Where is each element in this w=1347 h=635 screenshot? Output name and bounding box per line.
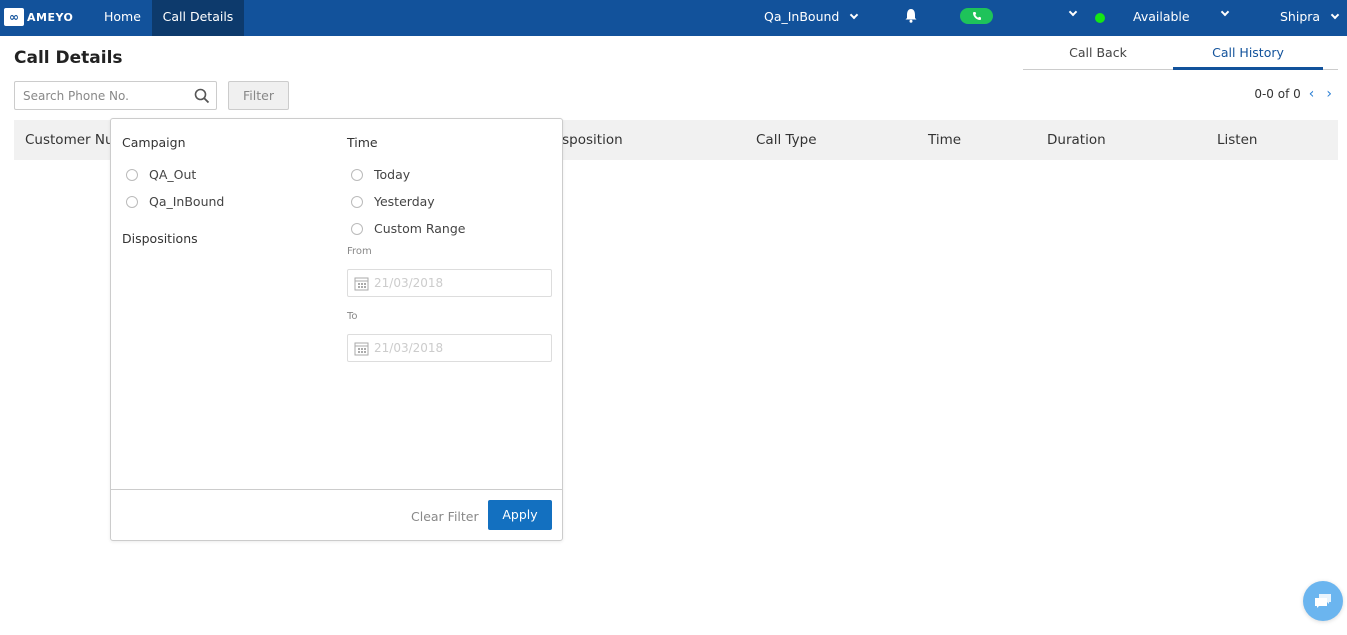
time-section-title: Time	[347, 135, 378, 150]
pagination-text: 0-0 of 0	[1254, 87, 1301, 101]
filter-button[interactable]: Filter	[228, 81, 289, 110]
apply-button[interactable]: Apply	[488, 500, 552, 530]
column-duration: Duration	[1047, 132, 1106, 148]
from-date-value: 21/03/2018	[374, 276, 444, 290]
to-label: To	[347, 311, 358, 322]
time-option-label: Yesterday	[374, 194, 435, 209]
to-date-value: 21/03/2018	[374, 341, 444, 355]
chevron-down-icon	[850, 10, 859, 20]
tab-call-history[interactable]: Call History	[1173, 38, 1323, 70]
clear-filter-button[interactable]: Clear Filter	[411, 509, 479, 524]
filter-panel: Campaign QA_Out Qa_InBound Dispositions …	[110, 118, 563, 541]
user-chevron-down-icon	[1330, 10, 1340, 20]
phone-icon	[972, 12, 981, 20]
campaign-option-label: QA_Out	[149, 167, 197, 182]
call-tabs: Call Back Call History	[1023, 38, 1338, 70]
page-title: Call Details	[14, 48, 123, 68]
radio-button[interactable]	[126, 195, 138, 208]
time-option-label: Today	[374, 167, 411, 182]
ameyo-logo[interactable]: ∞ AMEYO	[4, 8, 73, 26]
time-option-custom-range[interactable]: Custom Range	[351, 221, 465, 236]
infinity-logo-icon: ∞	[4, 8, 24, 26]
campaign-option-qa-out[interactable]: QA_Out	[126, 167, 196, 182]
call-button[interactable]	[960, 8, 993, 24]
radio-button[interactable]	[351, 195, 363, 208]
calendar-icon	[354, 277, 369, 290]
time-option-today[interactable]: Today	[351, 167, 410, 182]
search-phone-input[interactable]	[15, 82, 185, 109]
from-date-input[interactable]: 21/03/2018	[347, 269, 552, 297]
top-navigation-bar: ∞ AMEYO Home Call Details Qa_InBound Ava…	[0, 0, 1347, 36]
pagination: 0-0 of 0 ‹ ›	[1254, 86, 1332, 102]
campaign-option-qa-inbound[interactable]: Qa_InBound	[126, 194, 224, 209]
from-label: From	[347, 246, 372, 257]
radio-button[interactable]	[126, 168, 138, 181]
campaign-section-title: Campaign	[122, 135, 186, 150]
radio-button[interactable]	[351, 168, 363, 181]
chat-bubbles-icon	[1315, 594, 1331, 608]
radio-button[interactable]	[351, 222, 363, 235]
campaign-selector[interactable]: Qa_InBound	[764, 0, 859, 34]
column-call-type: Call Type	[756, 132, 817, 148]
column-time: Time	[928, 132, 962, 148]
chevron-left-icon[interactable]: ‹	[1309, 86, 1315, 102]
to-date-input[interactable]: 21/03/2018	[347, 334, 552, 362]
brand-name: AMEYO	[27, 10, 74, 24]
chat-button[interactable]	[1303, 581, 1343, 621]
status-chevron-down-icon[interactable]	[1220, 7, 1230, 17]
time-option-yesterday[interactable]: Yesterday	[351, 194, 435, 209]
chevron-right-icon[interactable]: ›	[1326, 86, 1332, 102]
search-icon[interactable]	[194, 88, 210, 104]
nav-home[interactable]: Home	[89, 0, 156, 36]
agent-status-label[interactable]: Available	[1133, 0, 1190, 34]
call-options-chevron-icon[interactable]	[1068, 7, 1078, 17]
bell-icon[interactable]	[905, 8, 917, 23]
time-option-label: Custom Range	[374, 221, 466, 236]
campaign-option-label: Qa_InBound	[149, 194, 225, 209]
campaign-label: Qa_InBound	[764, 9, 840, 24]
calendar-icon	[354, 342, 369, 355]
column-listen: Listen	[1217, 132, 1258, 148]
user-name: Shipra	[1280, 9, 1321, 24]
tab-call-back[interactable]: Call Back	[1023, 38, 1173, 69]
search-phone-field[interactable]	[14, 81, 217, 110]
nav-call-details[interactable]: Call Details	[152, 0, 244, 36]
dispositions-section-title: Dispositions	[122, 231, 198, 246]
status-indicator-dot	[1095, 13, 1105, 23]
user-menu[interactable]: Shipra	[1280, 0, 1340, 34]
panel-divider	[111, 489, 562, 490]
